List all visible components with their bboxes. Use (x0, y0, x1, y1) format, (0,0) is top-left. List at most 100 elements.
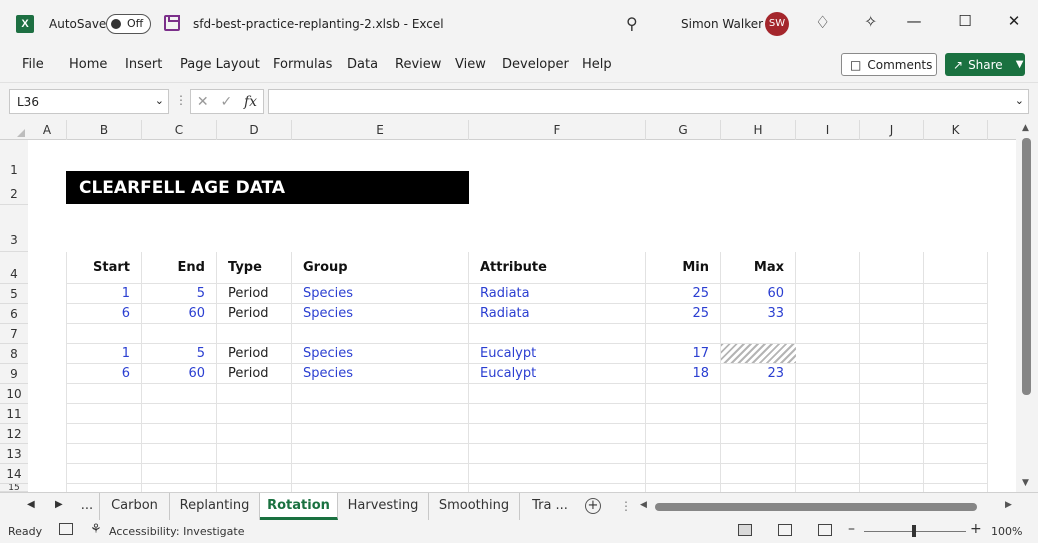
zoom-slider-knob[interactable] (912, 525, 916, 537)
column-header-b[interactable]: B (67, 120, 142, 140)
cell-group[interactable]: Species (303, 346, 353, 361)
chevron-down-icon[interactable]: ▼ (1016, 59, 1024, 70)
row-header-2[interactable]: 2 (0, 183, 28, 205)
cell-min[interactable]: 17 (646, 346, 709, 361)
column-header-h[interactable]: H (721, 120, 796, 140)
normal-view-icon[interactable] (738, 524, 752, 536)
zoom-in-icon[interactable]: + (970, 521, 982, 537)
hatched-empty-cell[interactable] (721, 344, 796, 363)
menu-view[interactable]: View (455, 57, 486, 72)
cell-attribute[interactable]: Eucalypt (480, 366, 536, 381)
column-header-k[interactable]: K (924, 120, 988, 140)
sheet-overflow[interactable]: ... (75, 493, 100, 520)
cell-group[interactable]: Species (303, 306, 353, 321)
column-header-a[interactable]: A (28, 120, 67, 140)
autosave-toggle[interactable]: Off (106, 14, 151, 34)
diamond-icon[interactable]: ♢ (815, 13, 830, 33)
column-header-f[interactable]: F (469, 120, 646, 140)
header-type[interactable]: Type (228, 260, 262, 275)
accessibility-icon[interactable]: ⚘ (90, 522, 102, 537)
tab-replanting[interactable]: Replanting (170, 493, 260, 520)
more-options-icon[interactable]: ⋮ (175, 93, 187, 107)
magic-wand-icon[interactable]: ✧ (864, 12, 877, 31)
next-sheet-icon[interactable]: ▶ (55, 499, 63, 510)
row-header-11[interactable]: 11 (0, 404, 28, 424)
menu-review[interactable]: Review (395, 57, 441, 72)
cell-type[interactable]: Period (228, 306, 269, 321)
cell-start[interactable]: 1 (67, 346, 130, 361)
cancel-icon[interactable]: ✕ (197, 94, 209, 110)
menu-page-layout[interactable]: Page Layout (180, 57, 260, 72)
column-header-j[interactable]: J (860, 120, 924, 140)
page-layout-view-icon[interactable] (778, 524, 792, 536)
menu-data[interactable]: Data (347, 57, 378, 72)
share-button[interactable]: ↗ Share ▼ (945, 53, 1025, 76)
row-header-8[interactable]: 8 (0, 344, 28, 364)
cell-type[interactable]: Period (228, 346, 269, 361)
column-header-i[interactable]: I (796, 120, 860, 140)
scroll-left-icon[interactable]: ◀ (640, 500, 647, 510)
close-button[interactable]: ✕ (1004, 12, 1024, 30)
horizontal-scroll-thumb[interactable] (655, 503, 977, 511)
name-box[interactable]: L36 ⌄ (9, 89, 169, 114)
column-header-g[interactable]: G (646, 120, 721, 140)
cell-start[interactable]: 6 (67, 306, 130, 321)
cell-type[interactable]: Period (228, 366, 269, 381)
cell-attribute[interactable]: Eucalypt (480, 346, 536, 361)
add-sheet-button[interactable]: + (585, 498, 601, 514)
cell-max[interactable]: 33 (721, 306, 784, 321)
cell-max[interactable]: 23 (721, 366, 784, 381)
comments-button[interactable]: □ Comments (841, 53, 937, 76)
header-start[interactable]: Start (67, 260, 130, 275)
formula-input[interactable]: ⌄ (268, 89, 1029, 114)
row-header-3[interactable]: 3 (0, 205, 28, 252)
cell-min[interactable]: 25 (646, 306, 709, 321)
vertical-scrollbar[interactable]: ▲ ▼ (1016, 120, 1038, 492)
search-icon[interactable]: ⚲ (626, 14, 638, 33)
accessibility-status[interactable]: Accessibility: Investigate (109, 525, 245, 538)
column-header-d[interactable]: D (217, 120, 292, 140)
scroll-right-icon[interactable]: ▶ (1005, 500, 1012, 510)
cell-max[interactable]: 60 (721, 286, 784, 301)
header-group[interactable]: Group (303, 260, 348, 275)
tab-carbon[interactable]: Carbon (100, 493, 170, 520)
cell-attribute[interactable]: Radiata (480, 286, 530, 301)
column-header-e[interactable]: E (292, 120, 469, 140)
maximize-button[interactable]: ☐ (955, 12, 975, 30)
insert-function-icon[interactable]: fx (244, 94, 257, 110)
page-break-view-icon[interactable] (818, 524, 832, 536)
avatar[interactable]: SW (765, 12, 789, 36)
previous-sheet-icon[interactable]: ◀ (27, 499, 35, 510)
row-header-5[interactable]: 5 (0, 284, 28, 304)
menu-home[interactable]: Home (69, 57, 107, 72)
menu-developer[interactable]: Developer (502, 57, 569, 72)
zoom-level[interactable]: 100% (991, 525, 1022, 538)
tab-truncated[interactable]: Tra ... (520, 493, 580, 520)
spreadsheet-grid[interactable]: A B C D E F G H I J K 1 2 3 4 5 6 7 8 9 … (0, 120, 1038, 492)
column-header-c[interactable]: C (142, 120, 217, 140)
save-icon[interactable] (164, 15, 180, 31)
tab-harvesting[interactable]: Harvesting (338, 493, 429, 520)
header-attribute[interactable]: Attribute (480, 260, 547, 275)
check-icon[interactable]: ✓ (220, 94, 232, 110)
row-header-12[interactable]: 12 (0, 424, 28, 444)
cell-end[interactable]: 5 (142, 346, 205, 361)
cell-group[interactable]: Species (303, 366, 353, 381)
tab-rotation[interactable]: Rotation (260, 493, 338, 520)
menu-insert[interactable]: Insert (125, 57, 162, 72)
row-header-4[interactable]: 4 (0, 252, 28, 284)
cell-start[interactable]: 6 (67, 366, 130, 381)
expand-formula-icon[interactable]: ⌄ (1015, 94, 1024, 107)
cell-type[interactable]: Period (228, 286, 269, 301)
row-header-13[interactable]: 13 (0, 444, 28, 464)
row-header-9[interactable]: 9 (0, 364, 28, 384)
header-end[interactable]: End (142, 260, 205, 275)
chevron-down-icon[interactable]: ⌄ (155, 94, 164, 107)
zoom-out-icon[interactable]: – (848, 521, 855, 537)
cell-start[interactable]: 1 (67, 286, 130, 301)
menu-file[interactable]: File (22, 57, 44, 72)
scroll-thumb[interactable] (1022, 138, 1031, 395)
menu-help[interactable]: Help (582, 57, 612, 72)
row-header-15[interactable]: 15 (0, 484, 28, 492)
cell-attribute[interactable]: Radiata (480, 306, 530, 321)
